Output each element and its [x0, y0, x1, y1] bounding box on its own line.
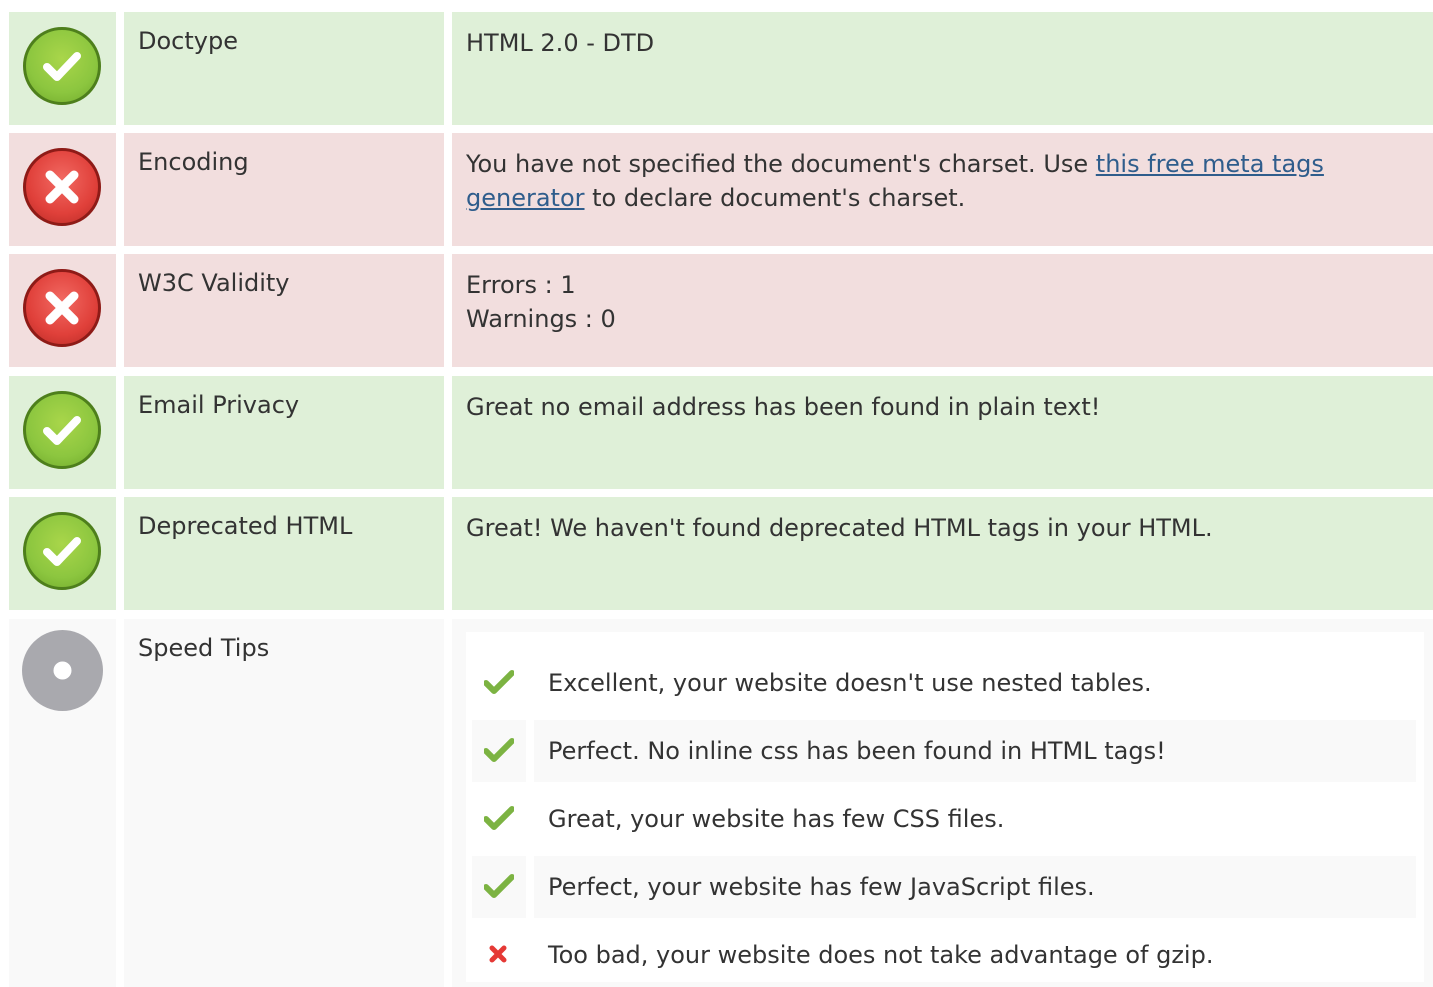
row-label: Email Privacy [124, 376, 444, 489]
checkmark-icon [472, 652, 526, 714]
list-item: Perfect. No inline css has been found in… [472, 720, 1416, 782]
cross-circle-icon [23, 269, 101, 347]
cross-mark-icon [472, 924, 526, 986]
result-row-deprecated-html: Deprecated HTML Great! We haven't found … [0, 497, 1433, 610]
list-item: Excellent, your website doesn't use nest… [472, 652, 1416, 714]
status-cell [9, 133, 116, 246]
cross-circle-icon [23, 148, 101, 226]
row-value: You have not specified the document's ch… [452, 133, 1433, 246]
result-row-email-privacy: Email Privacy Great no email address has… [0, 376, 1433, 489]
value-line: HTML 2.0 - DTD [466, 29, 655, 57]
status-cell [9, 619, 116, 987]
warnings-count: Warnings : 0 [466, 305, 616, 333]
check-circle-icon [23, 27, 101, 105]
row-value: Great no email address has been found in… [452, 376, 1433, 489]
check-circle-icon [23, 512, 101, 590]
neutral-circle-icon [22, 630, 103, 711]
tip-text: Perfect, your website has few JavaScript… [534, 856, 1416, 918]
checkmark-icon [472, 720, 526, 782]
row-label: W3C Validity [124, 254, 444, 367]
speed-tips-list: Excellent, your website doesn't use nest… [466, 632, 1424, 982]
tip-text: Great, your website has few CSS files. [548, 805, 1005, 833]
status-cell [9, 497, 116, 610]
value-line: Great no email address has been found in… [466, 393, 1101, 421]
tip-text: Too bad, your website does not take adva… [548, 941, 1214, 969]
value-line: Great! We haven't found deprecated HTML … [466, 514, 1213, 542]
row-value: HTML 2.0 - DTD [452, 12, 1433, 125]
result-row-encoding: Encoding You have not specified the docu… [0, 133, 1433, 246]
result-row-doctype: Doctype HTML 2.0 - DTD [0, 12, 1433, 125]
list-item: Too bad, your website does not take adva… [472, 924, 1416, 986]
checkmark-icon [472, 856, 526, 918]
row-label: Deprecated HTML [124, 497, 444, 610]
tip-text: Perfect. No inline css has been found in… [534, 720, 1416, 782]
row-label: Speed Tips [124, 619, 444, 987]
tip-text: Excellent, your website doesn't use nest… [548, 669, 1152, 697]
list-item: Great, your website has few CSS files. [472, 788, 1416, 850]
status-cell [9, 12, 116, 125]
result-row-w3c-validity: W3C Validity Errors : 1 Warnings : 0 [0, 254, 1433, 367]
value-text-after: to declare document's charset. [584, 184, 966, 212]
checkmark-icon [472, 788, 526, 850]
row-label: Doctype [124, 12, 444, 125]
row-label: Encoding [124, 133, 444, 246]
row-value: Great! We haven't found deprecated HTML … [452, 497, 1433, 610]
row-value: Errors : 1 Warnings : 0 [452, 254, 1433, 367]
status-cell [9, 376, 116, 489]
status-cell [9, 254, 116, 367]
result-row-speed-tips: Speed Tips Excellent, your website doesn… [0, 619, 1433, 987]
value-text-before: You have not specified the document's ch… [466, 150, 1096, 178]
errors-count: Errors : 1 [466, 271, 576, 299]
list-item: Perfect, your website has few JavaScript… [472, 856, 1416, 918]
check-circle-icon [23, 391, 101, 469]
